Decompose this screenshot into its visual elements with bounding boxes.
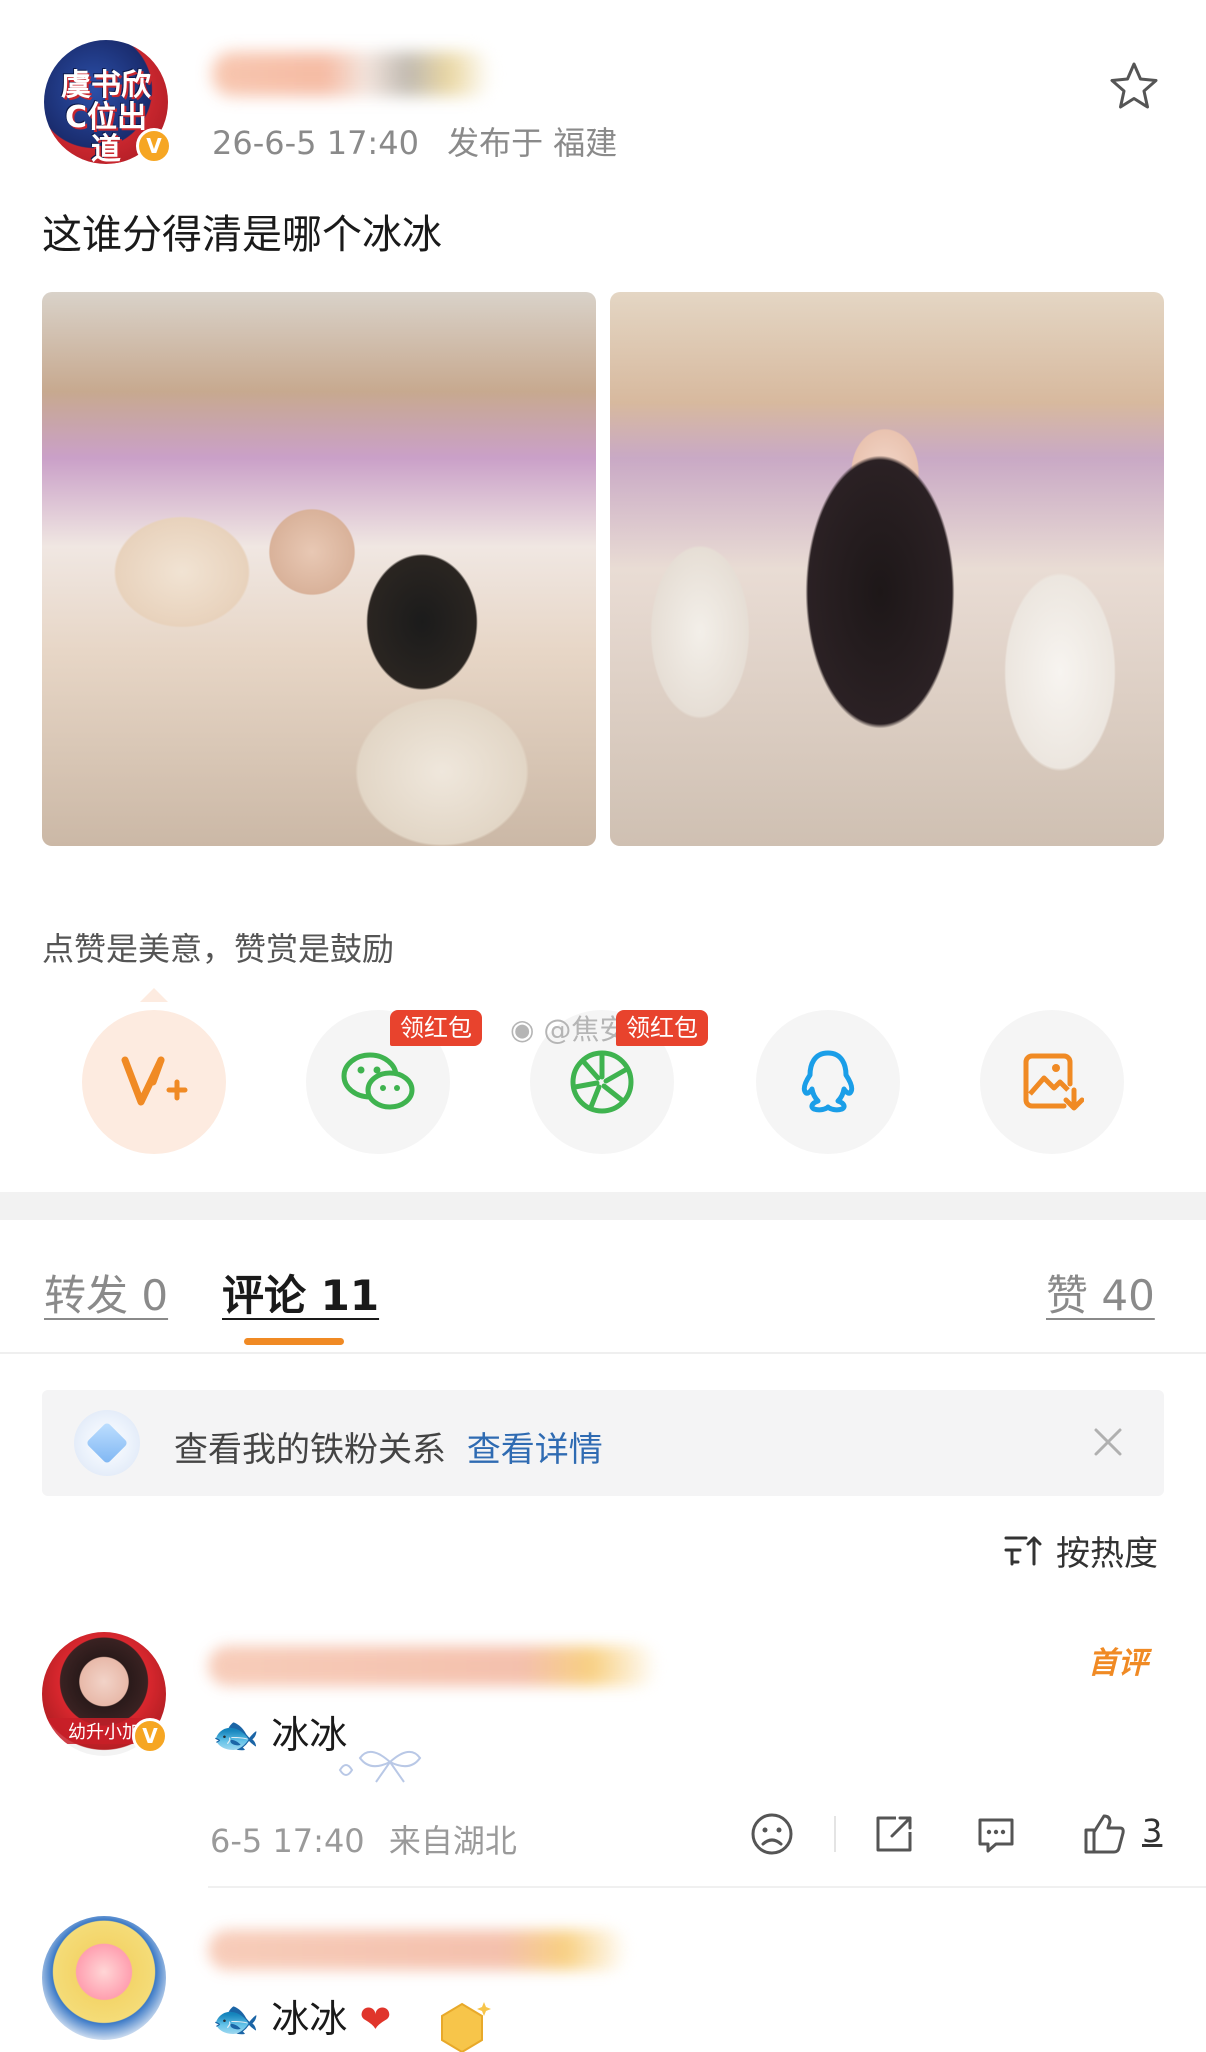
fish-emoji-icon: 🐟 bbox=[212, 1713, 260, 1757]
post-text: 这谁分得清是哪个冰冰 bbox=[42, 212, 442, 258]
v-plus-icon bbox=[121, 1056, 188, 1106]
comment-time: 6-5 17:40 bbox=[210, 1822, 365, 1860]
tab-comments[interactable]: 评论 11 bbox=[222, 1262, 379, 1323]
favorite-star-icon[interactable] bbox=[1108, 60, 1160, 112]
red-heart-icon: ❤ bbox=[359, 1997, 392, 2041]
section-divider bbox=[0, 1192, 1206, 1220]
wechat-red-packet-badge[interactable]: 领红包 bbox=[390, 1010, 482, 1046]
post-image-2[interactable] bbox=[610, 292, 1164, 846]
post-location: 福建 bbox=[553, 124, 618, 162]
comment-text: 🐟 冰冰 bbox=[212, 1704, 347, 1759]
tabs-divider bbox=[0, 1352, 1206, 1354]
weibo-logo-icon: ◉ bbox=[510, 1013, 535, 1046]
tab-likes[interactable]: 赞 40 bbox=[1046, 1262, 1155, 1323]
qq-icon bbox=[801, 1050, 855, 1113]
reply-comment-icon[interactable] bbox=[972, 1810, 1020, 1858]
post-time: 26-6-5 17:40 bbox=[212, 124, 419, 162]
fan-relation-label: 查看我的铁粉关系 bbox=[174, 1430, 446, 1470]
save-image-button[interactable] bbox=[980, 1010, 1124, 1154]
post-image-1[interactable] bbox=[42, 292, 596, 846]
save-image-icon bbox=[1023, 1053, 1084, 1111]
fan-relation-text: 查看我的铁粉关系 查看详情 bbox=[174, 1422, 603, 1471]
comment-text: 🐟 冰冰 ❤ bbox=[212, 1988, 391, 2043]
reward-v-button[interactable] bbox=[82, 1010, 226, 1154]
badge-sticker-icon bbox=[441, 2002, 491, 2052]
repost-icon[interactable] bbox=[870, 1810, 918, 1858]
commenter-name-blurred[interactable] bbox=[208, 1646, 658, 1686]
moments-icon bbox=[570, 1050, 634, 1114]
sort-by-hot-button[interactable]: 按热度 bbox=[1004, 1526, 1158, 1575]
first-comment-badge: 首评 bbox=[1088, 1646, 1148, 1681]
reward-pointer bbox=[140, 988, 168, 1002]
comment-like-count[interactable]: 3 bbox=[1142, 1812, 1162, 1850]
diamond-icon bbox=[74, 1410, 140, 1476]
reward-prompt: 点赞是美意，赞赏是鼓励 bbox=[42, 930, 395, 968]
tab-repost[interactable]: 转发 0 bbox=[44, 1262, 168, 1323]
dislike-face-icon[interactable] bbox=[748, 1810, 796, 1858]
like-thumb-icon[interactable] bbox=[1080, 1810, 1128, 1858]
verified-badge-icon: V bbox=[132, 1718, 168, 1754]
commenter-name-blurred[interactable] bbox=[208, 1930, 628, 1970]
post-meta: 26-6-5 17:40 发布于 福建 bbox=[212, 118, 617, 164]
comment-location: 来自湖北 bbox=[388, 1822, 517, 1860]
close-icon[interactable] bbox=[1086, 1420, 1130, 1464]
comment-divider bbox=[208, 1886, 1206, 1888]
sort-icon bbox=[1004, 1536, 1042, 1565]
fan-relation-link[interactable]: 查看详情 bbox=[467, 1430, 603, 1470]
commenter-avatar[interactable] bbox=[42, 1916, 166, 2040]
fan-relation-bar[interactable]: 查看我的铁粉关系 查看详情 bbox=[42, 1390, 1164, 1496]
action-separator bbox=[834, 1816, 836, 1852]
wechat-icon bbox=[341, 1052, 415, 1110]
active-tab-indicator bbox=[244, 1338, 344, 1345]
share-qq-button[interactable] bbox=[756, 1010, 900, 1154]
published-from-label: 发布于 bbox=[447, 124, 544, 162]
moments-red-packet-badge[interactable]: 领红包 bbox=[616, 1010, 708, 1046]
author-name-blurred[interactable] bbox=[212, 52, 492, 96]
bow-sticker-icon bbox=[338, 1751, 422, 1783]
sort-label: 按热度 bbox=[1056, 1534, 1158, 1574]
verified-badge-icon: V bbox=[136, 128, 172, 164]
comment-meta: 6-5 17:40 来自湖北 bbox=[210, 1816, 517, 1862]
fish-emoji-icon: 🐟 bbox=[212, 1997, 260, 2041]
comment-body: 冰冰 bbox=[271, 1997, 348, 2041]
